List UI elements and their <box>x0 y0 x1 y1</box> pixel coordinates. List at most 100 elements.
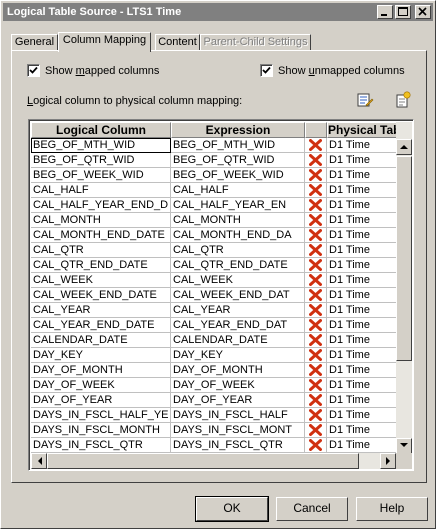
expression-cell[interactable]: DAYS_IN_FSCL_QTR <box>171 438 305 453</box>
physical-table-cell[interactable]: D1 Time <box>327 213 401 228</box>
add-column-icon[interactable] <box>394 91 412 109</box>
expression-cell[interactable]: DAYS_IN_FSCL_MONT <box>171 423 305 438</box>
delete-mapping-cell[interactable] <box>305 243 327 258</box>
physical-table-cell[interactable]: D1 Time <box>327 303 401 318</box>
tab-content[interactable]: Content <box>155 34 200 51</box>
logical-column-cell[interactable]: BEG_OF_QTR_WID <box>31 153 171 168</box>
delete-mapping-cell[interactable] <box>305 168 327 183</box>
physical-table-cell[interactable]: D1 Time <box>327 363 401 378</box>
logical-column-cell[interactable]: BEG_OF_WEEK_WID <box>31 168 171 183</box>
expression-cell[interactable]: DAY_KEY <box>171 348 305 363</box>
delete-mapping-cell[interactable] <box>305 228 327 243</box>
logical-column-cell[interactable]: CAL_YEAR_END_DATE <box>31 318 171 333</box>
delete-mapping-cell[interactable] <box>305 408 327 423</box>
delete-mapping-cell[interactable] <box>305 303 327 318</box>
scroll-up-button[interactable] <box>396 139 412 155</box>
physical-table-cell[interactable]: D1 Time <box>327 153 401 168</box>
expression-cell[interactable]: BEG_OF_WEEK_WID <box>171 168 305 183</box>
expression-cell[interactable]: CAL_QTR <box>171 243 305 258</box>
delete-mapping-cell[interactable] <box>305 438 327 453</box>
expression-cell[interactable]: CAL_HALF <box>171 183 305 198</box>
expression-cell[interactable]: CAL_MONTH <box>171 213 305 228</box>
delete-icon[interactable] <box>309 439 322 451</box>
physical-table-cell[interactable]: D1 Time <box>327 378 401 393</box>
expression-cell[interactable]: CAL_WEEK_END_DAT <box>171 288 305 303</box>
show-mapped-columns-checkbox[interactable]: Show mapped columns <box>27 64 159 77</box>
delete-icon[interactable] <box>309 349 322 361</box>
title-bar[interactable]: Logical Table Source - LTS1 Time <box>3 3 433 21</box>
delete-icon[interactable] <box>309 409 322 421</box>
logical-column-cell[interactable]: CALENDAR_DATE <box>31 333 171 348</box>
table-row[interactable]: CAL_QTR_END_DATE CAL_QTR_END_DATE D1 Time <box>31 258 401 273</box>
table-row[interactable]: BEG_OF_MTH_WID BEG_OF_MTH_WID D1 Time <box>31 138 401 153</box>
tab-general[interactable]: General <box>11 34 58 51</box>
logical-column-cell[interactable]: DAY_OF_WEEK <box>31 378 171 393</box>
delete-icon[interactable] <box>309 199 322 211</box>
delete-icon[interactable] <box>309 244 322 256</box>
maximize-button[interactable] <box>395 5 411 19</box>
table-row[interactable]: BEG_OF_QTR_WID BEG_OF_QTR_WID D1 Time <box>31 153 401 168</box>
delete-mapping-cell[interactable] <box>305 138 327 153</box>
physical-table-cell[interactable]: D1 Time <box>327 228 401 243</box>
physical-table-cell[interactable]: D1 Time <box>327 288 401 303</box>
delete-icon[interactable] <box>309 379 322 391</box>
delete-icon[interactable] <box>309 229 322 241</box>
expression-cell[interactable]: CALENDAR_DATE <box>171 333 305 348</box>
help-button[interactable]: Help <box>356 497 428 521</box>
logical-column-cell[interactable]: CAL_WEEK_END_DATE <box>31 288 171 303</box>
delete-mapping-cell[interactable] <box>305 393 327 408</box>
table-row[interactable]: DAY_KEY DAY_KEY D1 Time <box>31 348 401 363</box>
delete-mapping-cell[interactable] <box>305 333 327 348</box>
horizontal-scrollbar[interactable] <box>31 453 396 469</box>
logical-column-cell[interactable]: DAYS_IN_FSCL_QTR <box>31 438 171 453</box>
physical-table-cell[interactable]: D1 Time <box>327 318 401 333</box>
delete-mapping-cell[interactable] <box>305 378 327 393</box>
physical-table-cell[interactable]: D1 Time <box>327 183 401 198</box>
table-row[interactable]: CAL_WEEK_END_DATE CAL_WEEK_END_DAT D1 Time <box>31 288 401 303</box>
logical-column-cell[interactable]: CAL_QTR_END_DATE <box>31 258 171 273</box>
logical-column-cell[interactable]: BEG_OF_MTH_WID <box>31 138 171 153</box>
delete-icon[interactable] <box>309 274 322 286</box>
expression-cell[interactable]: DAY_OF_MONTH <box>171 363 305 378</box>
checkbox-box[interactable] <box>260 64 273 77</box>
physical-table-cell[interactable]: D1 Time <box>327 348 401 363</box>
delete-mapping-cell[interactable] <box>305 273 327 288</box>
expression-cell[interactable]: CAL_YEAR_END_DAT <box>171 318 305 333</box>
delete-mapping-cell[interactable] <box>305 288 327 303</box>
scroll-right-button[interactable] <box>380 453 396 469</box>
logical-column-cell[interactable]: DAYS_IN_FSCL_MONTH <box>31 423 171 438</box>
delete-mapping-cell[interactable] <box>305 258 327 273</box>
table-row[interactable]: CAL_MONTH_END_DATE CAL_MONTH_END_DA D1 Tim… <box>31 228 401 243</box>
physical-table-cell[interactable]: D1 Time <box>327 438 401 453</box>
scroll-down-button[interactable] <box>396 438 412 454</box>
delete-icon[interactable] <box>309 334 322 346</box>
header-logical-column[interactable]: Logical Column <box>31 122 171 138</box>
delete-icon[interactable] <box>309 259 322 271</box>
minimize-button[interactable] <box>377 5 393 19</box>
delete-icon[interactable] <box>309 214 322 226</box>
cancel-button[interactable]: Cancel <box>276 497 348 521</box>
edit-expression-icon[interactable] <box>356 91 374 109</box>
physical-table-cell[interactable]: D1 Time <box>327 198 401 213</box>
expression-cell[interactable]: BEG_OF_MTH_WID <box>171 138 305 153</box>
logical-column-cell[interactable]: CAL_HALF_YEAR_END_D <box>31 198 171 213</box>
physical-table-cell[interactable]: D1 Time <box>327 408 401 423</box>
table-row[interactable]: CAL_HALF CAL_HALF D1 Time <box>31 183 401 198</box>
delete-icon[interactable] <box>309 169 322 181</box>
delete-mapping-cell[interactable] <box>305 183 327 198</box>
table-row[interactable]: CAL_QTR CAL_QTR D1 Time <box>31 243 401 258</box>
expression-cell[interactable]: CAL_YEAR <box>171 303 305 318</box>
delete-mapping-cell[interactable] <box>305 213 327 228</box>
physical-table-cell[interactable]: D1 Time <box>327 393 401 408</box>
show-unmapped-columns-checkbox[interactable]: Show unmapped columns <box>260 64 405 77</box>
delete-mapping-cell[interactable] <box>305 348 327 363</box>
logical-column-cell[interactable]: CAL_QTR <box>31 243 171 258</box>
delete-icon[interactable] <box>309 304 322 316</box>
delete-icon[interactable] <box>309 139 322 151</box>
tab-column-mapping[interactable]: Column Mapping <box>58 32 151 52</box>
table-row[interactable]: CALENDAR_DATE CALENDAR_DATE D1 Time <box>31 333 401 348</box>
table-row[interactable]: CAL_MONTH CAL_MONTH D1 Time <box>31 213 401 228</box>
expression-cell[interactable]: CAL_QTR_END_DATE <box>171 258 305 273</box>
scroll-left-button[interactable] <box>31 453 47 469</box>
delete-icon[interactable] <box>309 184 322 196</box>
